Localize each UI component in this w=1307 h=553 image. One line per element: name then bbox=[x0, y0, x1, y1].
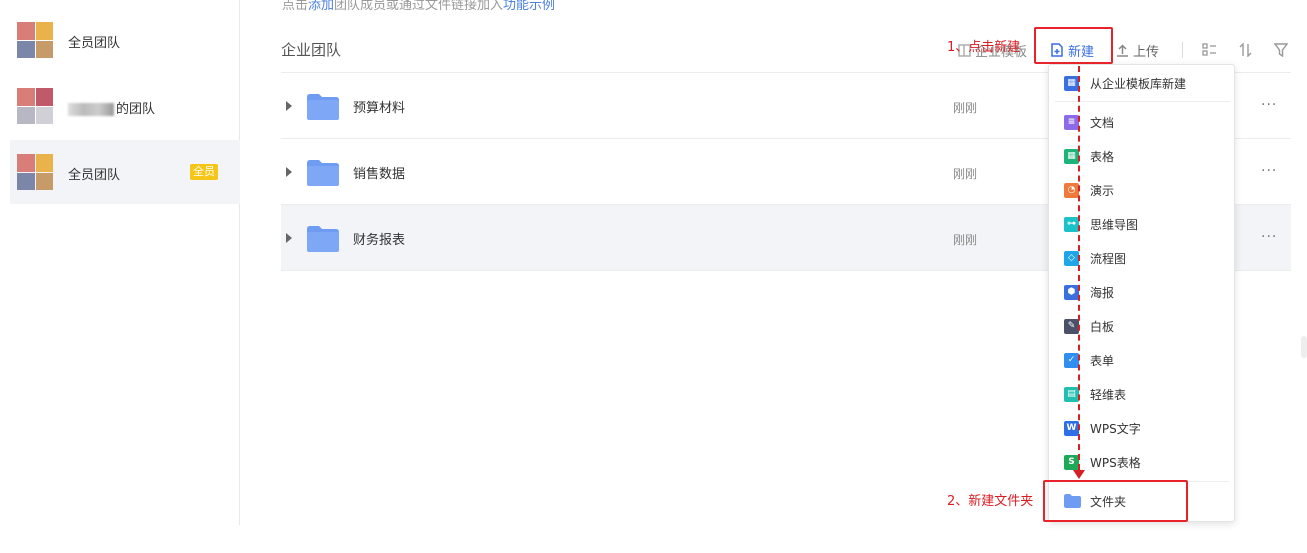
sort-button[interactable] bbox=[1239, 40, 1256, 60]
menu-item-flowchart[interactable]: ◇ 流程图 bbox=[1049, 243, 1234, 273]
menu-item-label: 表单 bbox=[1090, 353, 1115, 368]
file-time: 刚刚 bbox=[953, 101, 978, 115]
more-icon[interactable]: ··· bbox=[1261, 164, 1277, 178]
menu-item-doc[interactable]: ≡ 文档 bbox=[1049, 107, 1234, 137]
file-time: 刚刚 bbox=[953, 233, 978, 247]
hint-middle: 团队成员或通过文件链接加入 bbox=[334, 0, 504, 13]
all-members-badge: 全员 bbox=[190, 164, 218, 180]
menu-item-label: 文档 bbox=[1090, 115, 1115, 130]
menu-item-whiteboard[interactable]: ✎ 白板 bbox=[1049, 311, 1234, 341]
file-name[interactable]: 预算材料 bbox=[353, 97, 405, 116]
doc-icon: ≡ bbox=[1064, 114, 1079, 130]
file-name[interactable]: 销售数据 bbox=[353, 163, 405, 182]
menu-item-form[interactable]: ✓ 表单 bbox=[1049, 345, 1234, 375]
folder-icon bbox=[307, 160, 339, 186]
redacted-name bbox=[68, 103, 114, 116]
menu-item-label: 白板 bbox=[1090, 319, 1115, 334]
list-view-icon bbox=[1202, 43, 1216, 56]
file-name[interactable]: 财务报表 bbox=[353, 229, 405, 248]
menu-item-wps-writer[interactable]: W WPS文字 bbox=[1049, 413, 1234, 443]
folder-icon bbox=[307, 94, 339, 120]
wps-writer-icon: W bbox=[1064, 420, 1079, 436]
template-library-icon: ▦ bbox=[1064, 75, 1079, 91]
expand-caret-icon[interactable] bbox=[286, 167, 292, 177]
light-table-icon: ▤ bbox=[1064, 386, 1079, 402]
more-icon[interactable]: ··· bbox=[1261, 230, 1277, 244]
menu-item-label: 海报 bbox=[1090, 285, 1115, 300]
page: 全员团队 的团队 全员团队 全员 点击添加团队成员或通过文件链接加入功能示例 企… bbox=[0, 0, 1307, 553]
menu-divider bbox=[1055, 101, 1230, 102]
menu-item-label: 演示 bbox=[1090, 183, 1115, 198]
file-time: 刚刚 bbox=[953, 167, 978, 181]
team-name: 全员团队 bbox=[68, 168, 121, 183]
filter-icon bbox=[1274, 43, 1288, 57]
scrollbar[interactable] bbox=[1301, 336, 1307, 358]
menu-item-light-table[interactable]: ▤ 轻维表 bbox=[1049, 379, 1234, 409]
annotation-step-1: 1、点击新建 bbox=[947, 40, 1021, 55]
expand-caret-icon[interactable] bbox=[286, 233, 292, 243]
sheet-icon: ▦ bbox=[1064, 148, 1079, 164]
highlight-new-button bbox=[1034, 27, 1113, 64]
team-name-text: 的团队 bbox=[116, 102, 156, 117]
slides-icon: ◔ bbox=[1064, 182, 1079, 198]
more-icon[interactable]: ··· bbox=[1261, 98, 1277, 112]
toolbar-divider bbox=[1182, 42, 1183, 58]
menu-item-label: WPS表格 bbox=[1090, 455, 1141, 470]
menu-item-sheet[interactable]: ▦ 表格 bbox=[1049, 141, 1234, 171]
view-toggle-button[interactable] bbox=[1202, 40, 1221, 60]
upload-button[interactable]: 上传 bbox=[1116, 40, 1159, 60]
hint-text: 点击添加团队成员或通过文件链接加入功能示例 bbox=[282, 0, 555, 13]
team-avatar bbox=[17, 154, 53, 190]
team-sidebar: 全员团队 的团队 全员团队 全员 bbox=[0, 0, 240, 525]
menu-item-label: 表格 bbox=[1090, 149, 1115, 164]
poster-icon: ⬢ bbox=[1064, 284, 1079, 300]
menu-item-poster[interactable]: ⬢ 海报 bbox=[1049, 277, 1234, 307]
menu-item-label: 轻维表 bbox=[1090, 387, 1127, 402]
folder-icon bbox=[307, 226, 339, 252]
hint-link[interactable]: 添加 bbox=[308, 0, 334, 13]
mindmap-icon: ⊶ bbox=[1064, 216, 1079, 232]
sidebar-team-item[interactable]: 全员团队 bbox=[10, 8, 240, 72]
expand-caret-icon[interactable] bbox=[286, 101, 292, 111]
menu-item-label: 从企业模板库新建 bbox=[1090, 76, 1187, 91]
upload-icon bbox=[1117, 43, 1128, 57]
wps-sheet-icon: S bbox=[1064, 454, 1079, 470]
new-dropdown-menu: ▦ 从企业模板库新建 ≡ 文档 ▦ 表格 ◔ 演示 ⊶ 思维导图 ◇ 流程图 ⬢ 海报 ✎ 白板 ✓ 表单 ▤ 轻… bbox=[1048, 64, 1235, 522]
sidebar-team-item[interactable]: 的团队 bbox=[10, 74, 240, 138]
menu-item-label: 流程图 bbox=[1090, 251, 1127, 266]
sort-icon bbox=[1239, 43, 1252, 57]
team-avatar bbox=[17, 88, 53, 124]
team-avatar bbox=[17, 22, 53, 58]
menu-item-slides[interactable]: ◔ 演示 bbox=[1049, 175, 1234, 205]
menu-item-from-template[interactable]: ▦ 从企业模板库新建 bbox=[1049, 68, 1234, 98]
menu-item-mindmap[interactable]: ⊶ 思维导图 bbox=[1049, 209, 1234, 239]
menu-item-label: WPS文字 bbox=[1090, 421, 1141, 436]
sidebar-team-item[interactable]: 全员团队 全员 bbox=[10, 140, 240, 204]
annotation-dashed-line bbox=[1078, 66, 1080, 470]
annotation-step-2: 2、新建文件夹 bbox=[947, 494, 1034, 509]
menu-item-label: 思维导图 bbox=[1090, 217, 1139, 232]
team-name: 全员团队 bbox=[68, 36, 121, 51]
flowchart-icon: ◇ bbox=[1064, 250, 1079, 266]
highlight-folder-item bbox=[1043, 480, 1188, 522]
annotation-arrow-icon bbox=[1073, 470, 1085, 479]
whiteboard-icon: ✎ bbox=[1064, 318, 1079, 334]
hint-link-2[interactable]: 功能示例 bbox=[503, 0, 555, 13]
filter-button[interactable] bbox=[1274, 40, 1292, 60]
team-name: 的团队 bbox=[68, 98, 155, 117]
form-icon: ✓ bbox=[1064, 352, 1079, 368]
hint-prefix: 点击 bbox=[282, 0, 309, 13]
upload-label: 上传 bbox=[1133, 44, 1160, 60]
breadcrumb: 企业团队 bbox=[281, 41, 342, 59]
